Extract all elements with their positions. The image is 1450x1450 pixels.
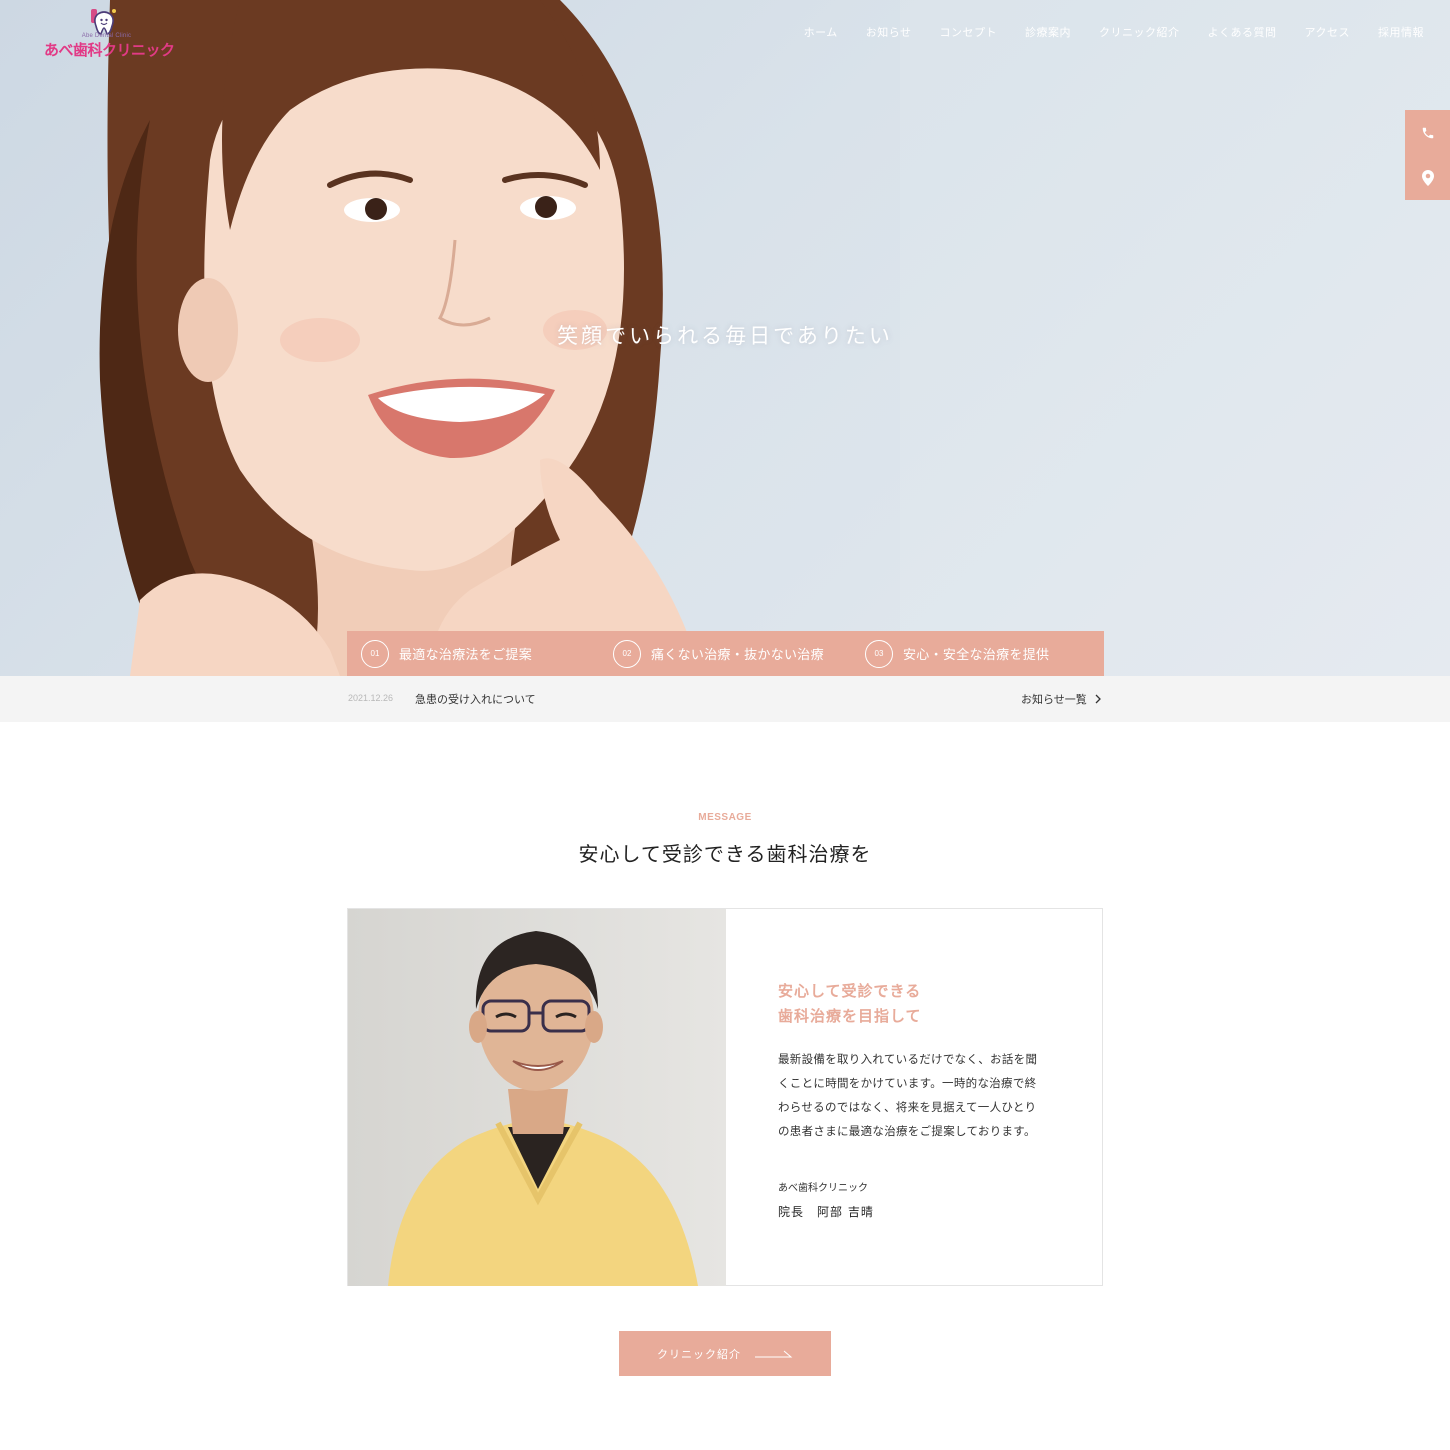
section-label: MESSAGE: [698, 812, 752, 823]
clinic-logo[interactable]: Abe Dental Clinic あべ歯科クリニック: [44, 8, 175, 60]
news-list-link[interactable]: お知らせ一覧: [1021, 691, 1101, 707]
phone-icon: [1422, 127, 1433, 138]
hero-catchcopy: 笑顔でいられる毎日でありたい: [557, 324, 893, 348]
feature-text: 安心・安全な治療を提供: [903, 648, 1050, 663]
message-title-line: 歯科治療を目指して: [778, 1007, 922, 1025]
message-body: 最新設備を取り入れているだけでなく、お話を聞 くことに時間をかけています。一時的…: [778, 1047, 1068, 1143]
nav-item-home[interactable]: ホーム: [804, 24, 838, 40]
hero: Abe Dental Clinic あべ歯科クリニック ホーム お知らせ コンセ…: [0, 0, 1450, 676]
feature-item: 02 痛くない治療・抜かない治療: [599, 631, 851, 676]
nav-item-recruit[interactable]: 採用情報: [1378, 24, 1424, 40]
feature-number: 03: [865, 639, 893, 668]
arrow-right-icon: [755, 1350, 793, 1357]
map-button[interactable]: [1405, 155, 1450, 200]
chevron-right-icon: [1095, 694, 1101, 704]
clinic-intro-button-label: クリニック紹介: [657, 1347, 741, 1361]
nav-item-treatment[interactable]: 診療案内: [1025, 24, 1071, 40]
logo-text: あべ歯科クリニック: [44, 41, 175, 59]
feature-text: 最適な治療法をご提案: [399, 648, 533, 663]
section-heading: 安心して受診できる歯科治療を: [578, 842, 872, 866]
message-title: 安心して受診できる 歯科治療を目指して: [778, 979, 1068, 1029]
news-bar: 2021.12.26 急患の受け入れについて お知らせ一覧: [0, 676, 1450, 722]
doctor-photo: [348, 909, 726, 1286]
feature-number: 01: [361, 639, 389, 668]
nav-item-clinic[interactable]: クリニック紹介: [1099, 24, 1180, 40]
message-body-line: くことに時間をかけています。一時的な治療で終: [778, 1076, 1037, 1090]
main-nav: ホーム お知らせ コンセプト 診療案内 クリニック紹介 よくある質問 アクセス …: [804, 24, 1424, 40]
signature-name: 院長 阿部 吉晴: [778, 1205, 874, 1219]
message-card: 安心して受診できる 歯科治療を目指して 最新設備を取り入れているだけでなく、お話…: [347, 908, 1103, 1286]
news-title-link[interactable]: 急患の受け入れについて: [415, 691, 536, 707]
feature-item: 01 最適な治療法をご提案: [347, 631, 599, 676]
news-list-label: お知らせ一覧: [1021, 693, 1087, 706]
message-body-line: の患者さまに最適な治療をご提案しております。: [778, 1124, 1036, 1138]
message-body-line: 最新設備を取り入れているだけでなく、お話を聞: [778, 1052, 1038, 1066]
phone-button[interactable]: [1405, 110, 1450, 155]
nav-item-news[interactable]: お知らせ: [866, 24, 912, 40]
message-body-line: わらせるのではなく、将来を見据えて一人ひとり: [778, 1100, 1037, 1114]
signature-clinic: あべ歯科クリニック: [778, 1183, 868, 1194]
feature-strip: 01 最適な治療法をご提案 02 痛くない治療・抜かない治療 03 安心・安全な…: [347, 631, 1104, 676]
news-date: 2021.12.26: [348, 693, 394, 703]
message-text-block: 安心して受診できる 歯科治療を目指して 最新設備を取り入れているだけでなく、お話…: [778, 979, 1068, 1143]
map-pin-icon: [1421, 169, 1434, 186]
message-title-line: 安心して受診できる: [778, 982, 922, 1000]
clinic-intro-button[interactable]: クリニック紹介: [619, 1331, 831, 1376]
nav-item-concept[interactable]: コンセプト: [940, 24, 998, 40]
feature-item: 03 安心・安全な治療を提供: [851, 631, 1103, 676]
feature-text: 痛くない治療・抜かない治療: [651, 648, 824, 663]
nav-item-faq[interactable]: よくある質問: [1208, 24, 1277, 40]
feature-number: 02: [613, 639, 641, 668]
nav-item-access[interactable]: アクセス: [1305, 24, 1350, 40]
